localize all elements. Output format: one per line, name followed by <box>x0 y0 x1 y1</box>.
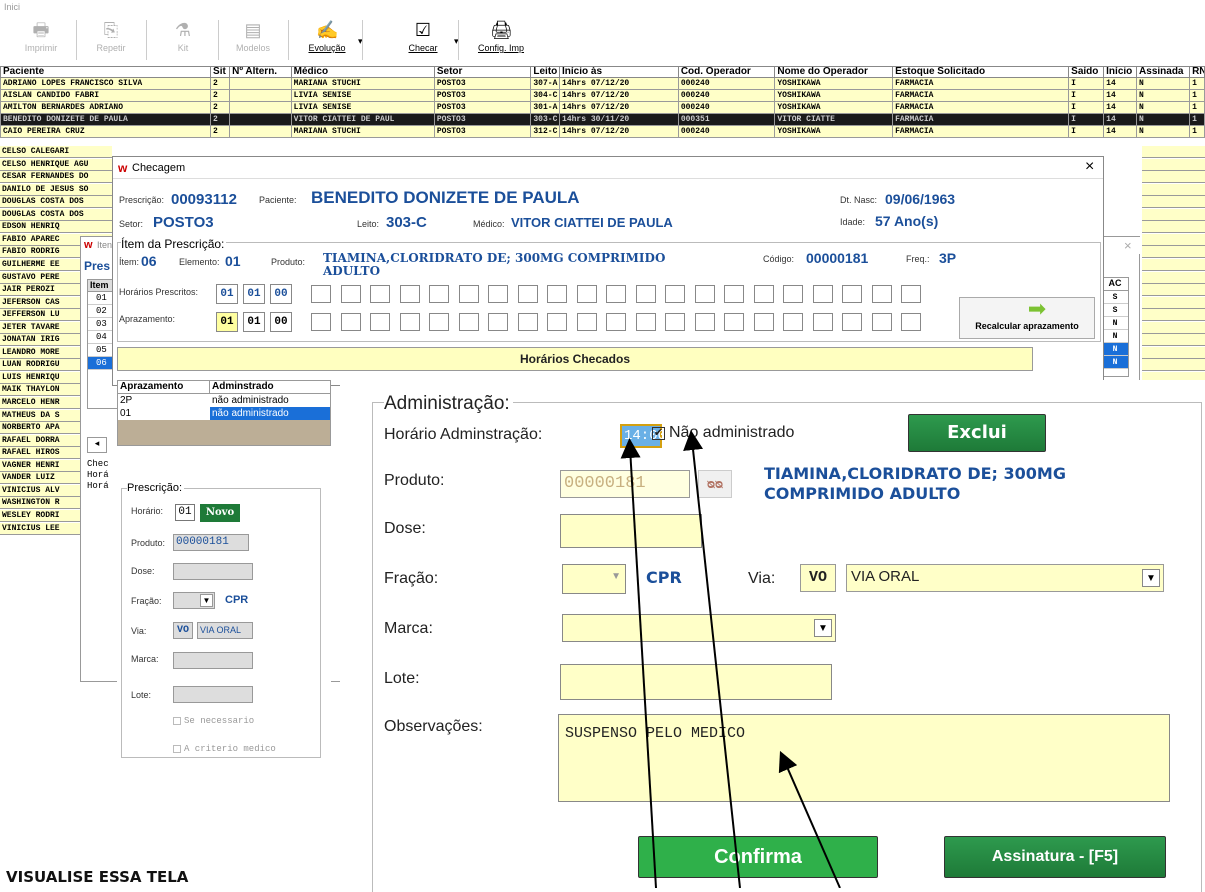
arrow-observacoes <box>778 750 841 888</box>
annotation-arrows <box>620 430 841 888</box>
arrow-nao-administrado <box>683 430 741 888</box>
arrow-horario <box>620 438 657 888</box>
caption: VISUALISE ESSA TELA <box>6 868 189 886</box>
